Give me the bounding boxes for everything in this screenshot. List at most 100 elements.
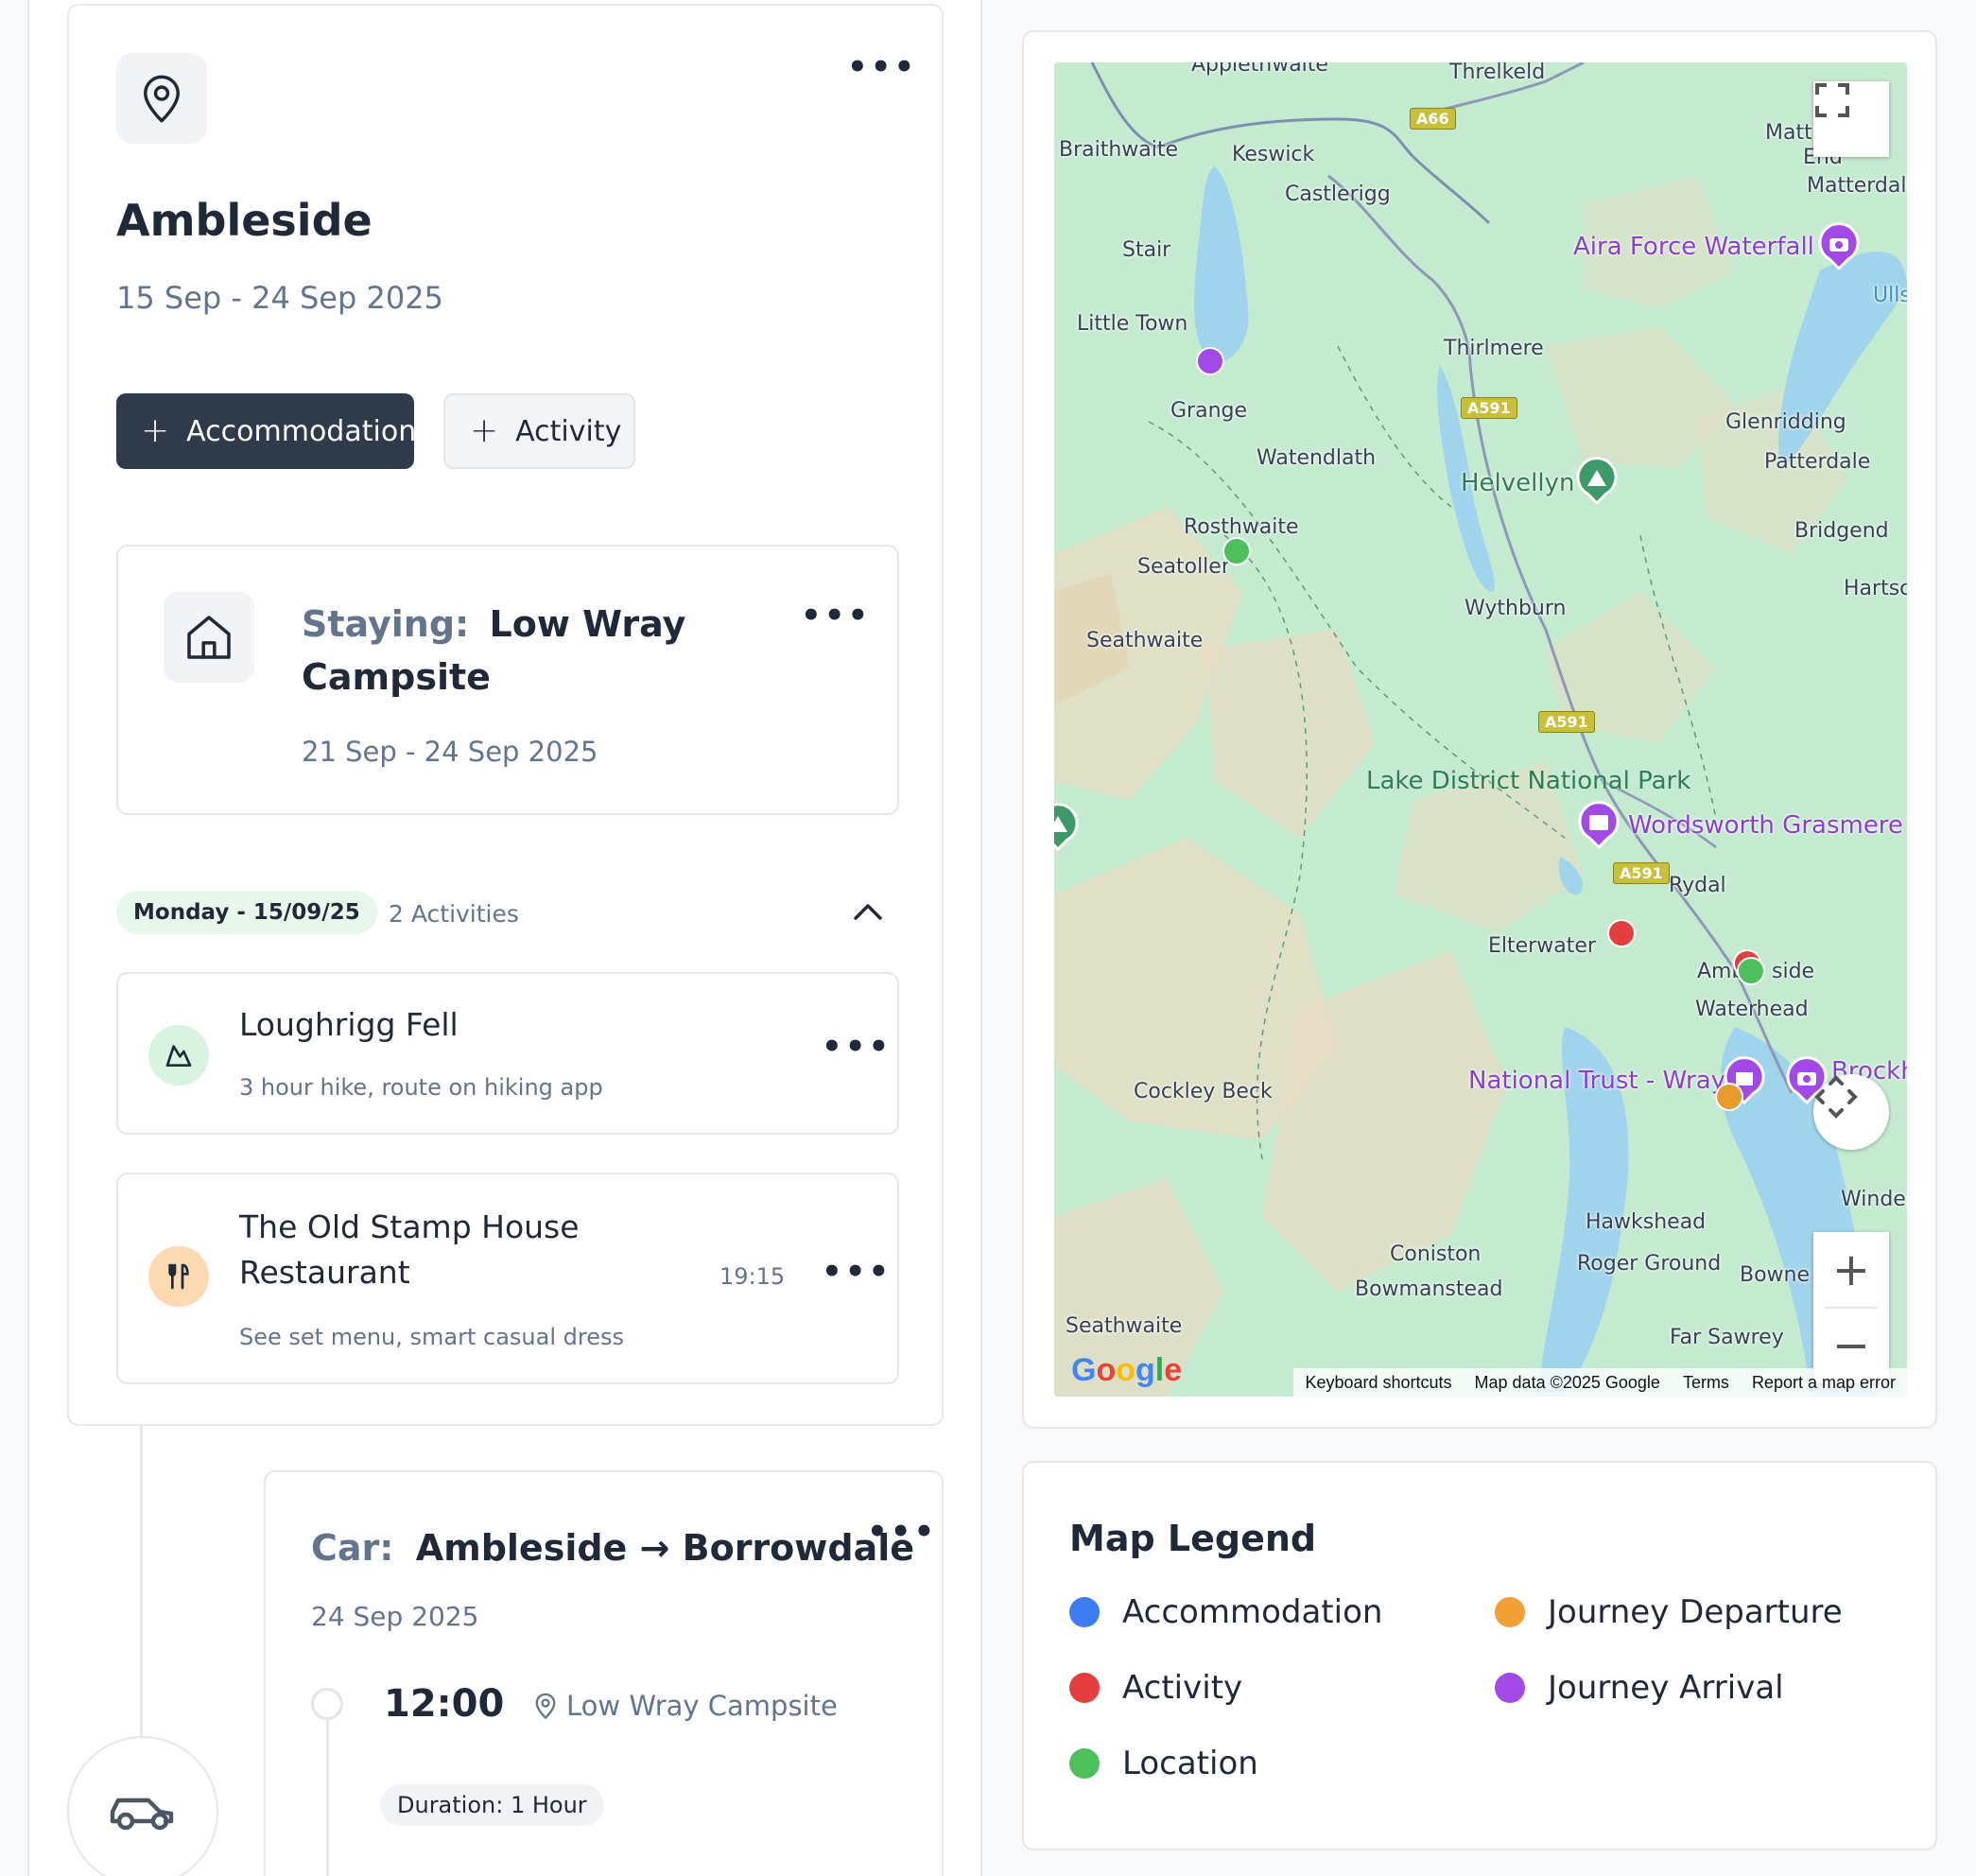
location-pin[interactable] (1222, 537, 1251, 565)
activity-title: The Old Stamp House Restaurant (239, 1208, 580, 1291)
map-data-credit: Map data ©2025 Google (1474, 1372, 1660, 1392)
map-place-label: Wythburn (1465, 597, 1567, 620)
report-map-error-link[interactable]: Report a map error (1752, 1373, 1896, 1393)
add-accommodation-label: Accommodation (186, 414, 417, 448)
accommodation-menu-button[interactable]: ••• (801, 599, 871, 632)
accommodation-title: Staying: Low Wray Campsite (302, 598, 708, 704)
map-place-label: Ulls (1873, 284, 1907, 307)
map-place-label: Watendlath (1257, 446, 1377, 470)
poi-label: Wordsworth Grasmere (1628, 811, 1903, 840)
map-card: Applethwaite Threlkeld Braithwaite Keswi… (1022, 30, 1937, 1429)
plus-icon: + (141, 411, 170, 450)
map-place-label: Castlerigg (1285, 182, 1391, 206)
journey-mode: Car: (311, 1527, 394, 1569)
map-place-label: Roger Ground (1577, 1252, 1722, 1276)
map-place-label: Glenridding (1725, 410, 1846, 434)
departure-location: Low Wray Campsite (532, 1690, 838, 1722)
add-activity-label: Activity (515, 414, 622, 448)
map-place-label: Far Sawrey (1670, 1326, 1784, 1349)
road-marker: A591 (1461, 397, 1517, 419)
keyboard-shortcuts-link[interactable]: Keyboard shortcuts (1305, 1373, 1451, 1393)
timeline-dot (311, 1688, 343, 1720)
mountain-icon (148, 1025, 209, 1086)
fullscreen-icon (1815, 83, 1849, 117)
journey-route: Ambleside → Borrowdale (415, 1527, 915, 1569)
national-park-label: Lake District National Park (1366, 767, 1691, 795)
map-place-label: Braithwaite (1059, 138, 1179, 162)
journey-card[interactable]: Car: Ambleside → Borrowdale ••• 24 Sep 2… (264, 1470, 944, 1876)
map-place-label: Bowmanstead (1355, 1277, 1503, 1301)
legend-label: Location (1122, 1745, 1258, 1782)
map-place-label: Little Town (1077, 312, 1188, 336)
duration-badge: Duration: 1 Hour (380, 1784, 604, 1826)
map-place-label: Cockley Beck (1134, 1080, 1273, 1103)
map-place-label: Rosthwaite (1184, 515, 1299, 539)
camera-pin-icon[interactable] (1816, 221, 1862, 270)
poi-label: Helvellyn (1461, 469, 1575, 497)
legend-item-activity: Activity (1069, 1669, 1242, 1707)
map-place-label: Seathwaite (1066, 1314, 1183, 1338)
activity-subtitle: See set menu, smart casual dress (239, 1324, 624, 1350)
journey-departure-pin[interactable] (1715, 1083, 1743, 1111)
terms-link[interactable]: Terms (1683, 1373, 1729, 1393)
journey-menu-button[interactable]: ••• (867, 1516, 937, 1548)
activity-subtitle: 3 hour hike, route on hiking app (239, 1074, 603, 1101)
legend-dot (1495, 1597, 1525, 1627)
map-place-label: Stair (1122, 238, 1171, 262)
timeline-connector (140, 1426, 143, 1738)
activity-count: 2 Activities (389, 900, 519, 928)
accommodation-prefix: Staying: (302, 603, 470, 645)
mountain-pin-icon[interactable] (1574, 456, 1620, 505)
poi-label: Aira Force Waterfall (1573, 233, 1814, 261)
journey-title: Car: Ambleside → Borrowdale (311, 1527, 914, 1569)
map-place-label: Keswick (1232, 143, 1315, 166)
accommodation-card[interactable]: Staying: Low Wray Campsite ••• 21 Sep - … (116, 545, 899, 815)
day-badge: Monday - 15/09/25 (116, 891, 377, 934)
activity-card[interactable]: The Old Stamp House Restaurant 19:15 •••… (116, 1172, 899, 1384)
activity-time: 19:15 (719, 1263, 786, 1290)
map-place-label: Elterwater (1488, 934, 1596, 958)
journey-arrival-pin[interactable] (1196, 347, 1224, 375)
map-attribution: Keyboard shortcuts Map data ©2025 Google… (1293, 1368, 1907, 1397)
map[interactable]: Applethwaite Threlkeld Braithwaite Keswi… (1054, 62, 1907, 1397)
chevron-up-icon[interactable] (852, 898, 884, 925)
museum-pin-icon[interactable] (1576, 800, 1621, 849)
map-place-label: Rydal (1669, 874, 1726, 897)
pan-arrows-icon (1814, 1075, 1858, 1119)
map-place-label: Coniston (1390, 1242, 1482, 1266)
activity-pin[interactable] (1607, 919, 1636, 947)
legend-item-journey-departure: Journey Departure (1495, 1593, 1843, 1631)
cutlery-icon (148, 1246, 209, 1307)
destination-menu-button[interactable]: ••• (847, 51, 917, 83)
departure-location-label: Low Wray Campsite (566, 1690, 838, 1722)
departure-time: 12:00 (384, 1682, 505, 1726)
map-place-label: Seathwaite (1086, 629, 1204, 652)
mountain-pin-icon[interactable] (1054, 802, 1081, 851)
map-place-label: Grange (1170, 399, 1248, 423)
activity-menu-button[interactable]: ••• (822, 1256, 892, 1288)
activity-card[interactable]: Loughrigg Fell 3 hour hike, route on hik… (116, 972, 899, 1135)
car-icon (67, 1736, 218, 1876)
map-place-label: Applethwaite (1191, 62, 1328, 77)
center-divider (980, 0, 982, 1876)
map-place-label: Hawkshead (1586, 1210, 1707, 1234)
activity-menu-button[interactable]: ••• (822, 1031, 892, 1063)
map-place-label: Bridgend (1794, 519, 1889, 543)
map-place-label: Waterhead (1695, 998, 1809, 1021)
location-pin[interactable] (1737, 957, 1765, 985)
legend-item-journey-arrival: Journey Arrival (1495, 1669, 1784, 1707)
map-pan-control[interactable] (1813, 1074, 1889, 1150)
add-activity-button[interactable]: + Activity (443, 393, 635, 469)
fullscreen-button[interactable] (1813, 81, 1889, 157)
activity-title: Loughrigg Fell (239, 1006, 459, 1043)
location-pin-icon (116, 53, 207, 144)
legend-dot (1069, 1597, 1100, 1627)
legend-label: Journey Arrival (1548, 1669, 1784, 1707)
house-icon (164, 592, 254, 683)
legend-dot (1069, 1673, 1100, 1703)
location-pin-icon (535, 1693, 556, 1719)
road-marker: A591 (1538, 711, 1595, 733)
add-accommodation-button[interactable]: + Accommodation (116, 393, 417, 469)
map-legend-card: Map Legend Accommodation Journey Departu… (1022, 1461, 1937, 1850)
zoom-in-button[interactable]: + (1813, 1232, 1889, 1308)
